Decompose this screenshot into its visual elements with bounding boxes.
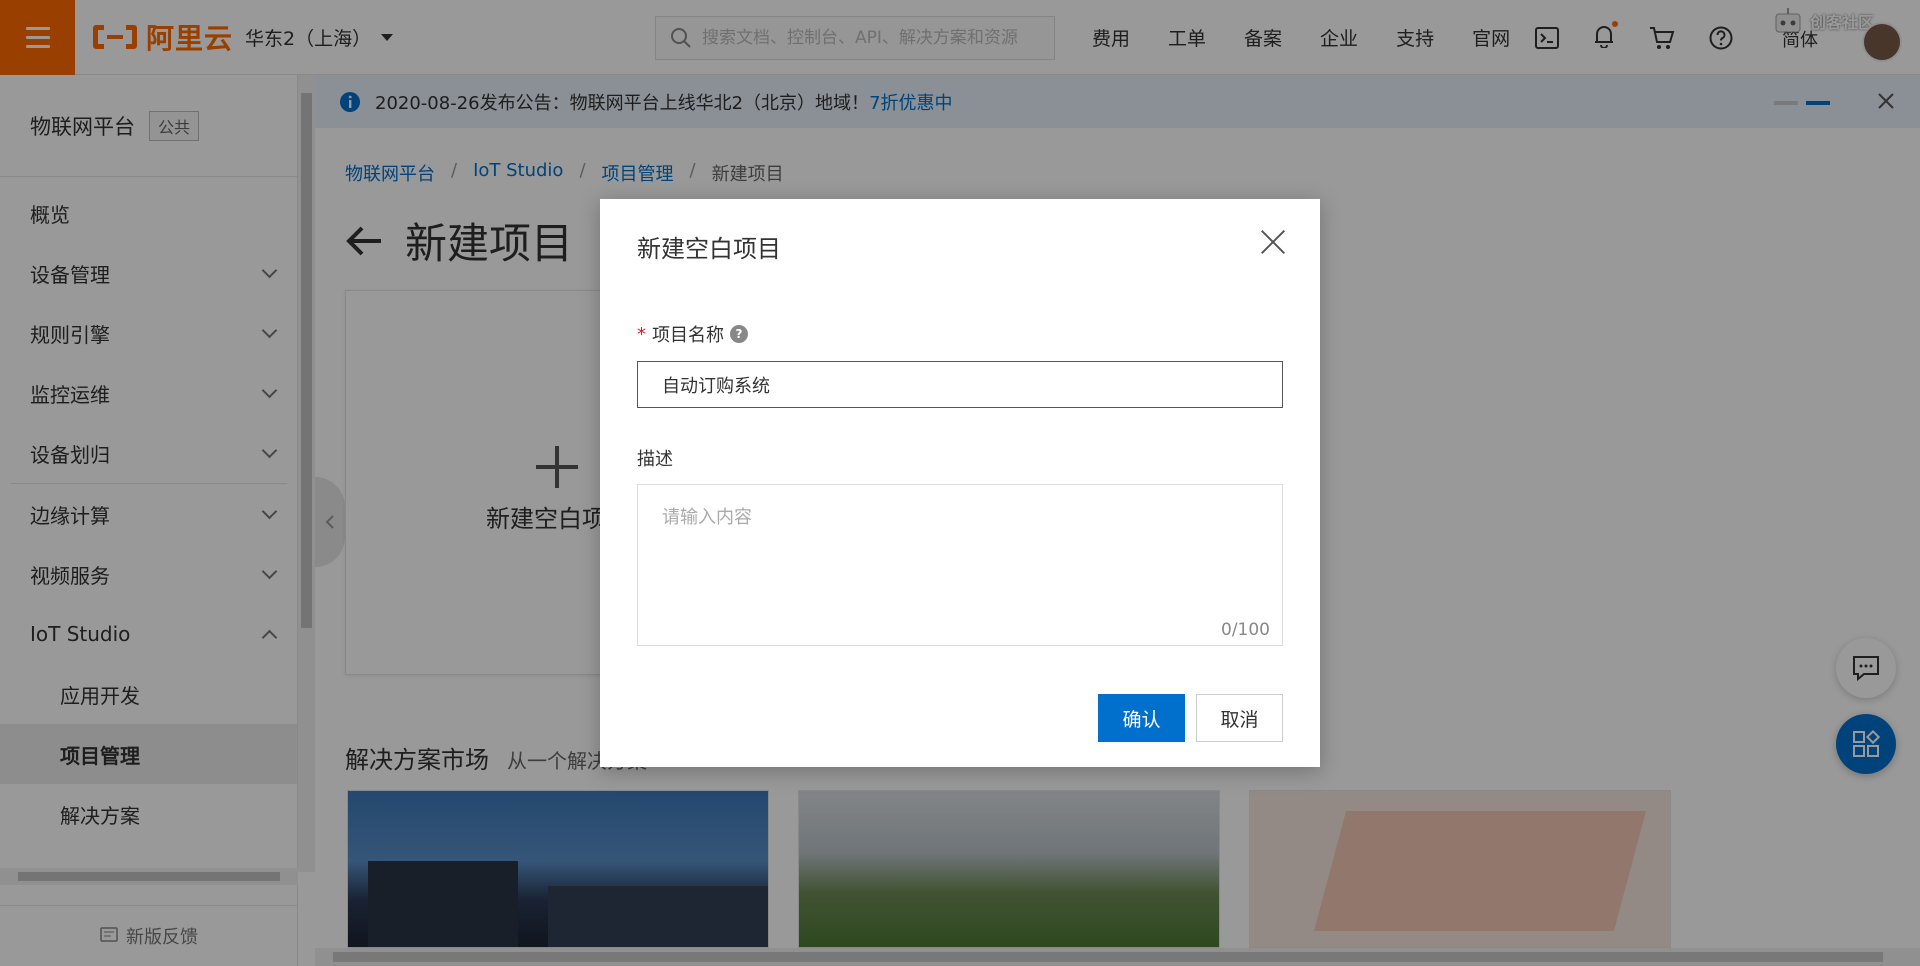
cancel-button[interactable]: 取消 — [1196, 694, 1283, 742]
confirm-button[interactable]: 确认 — [1098, 694, 1185, 742]
project-name-label-text: 项目名称 — [652, 325, 724, 346]
project-name-input[interactable] — [637, 361, 1283, 408]
description-textarea[interactable] — [637, 484, 1283, 646]
description-label-text: 描述 — [637, 449, 673, 470]
description-label: 描述 — [637, 445, 673, 471]
help-icon[interactable]: ? — [730, 325, 748, 343]
close-icon[interactable] — [1260, 229, 1286, 255]
char-counter: 0/100 — [1221, 620, 1270, 640]
required-mark: * — [637, 323, 646, 345]
new-project-dialog: 新建空白项目 * 项目名称 ? 描述 0/100 确认 取消 — [600, 199, 1320, 767]
dialog-title: 新建空白项目 — [637, 235, 781, 263]
project-name-label: * 项目名称 ? — [637, 321, 748, 347]
